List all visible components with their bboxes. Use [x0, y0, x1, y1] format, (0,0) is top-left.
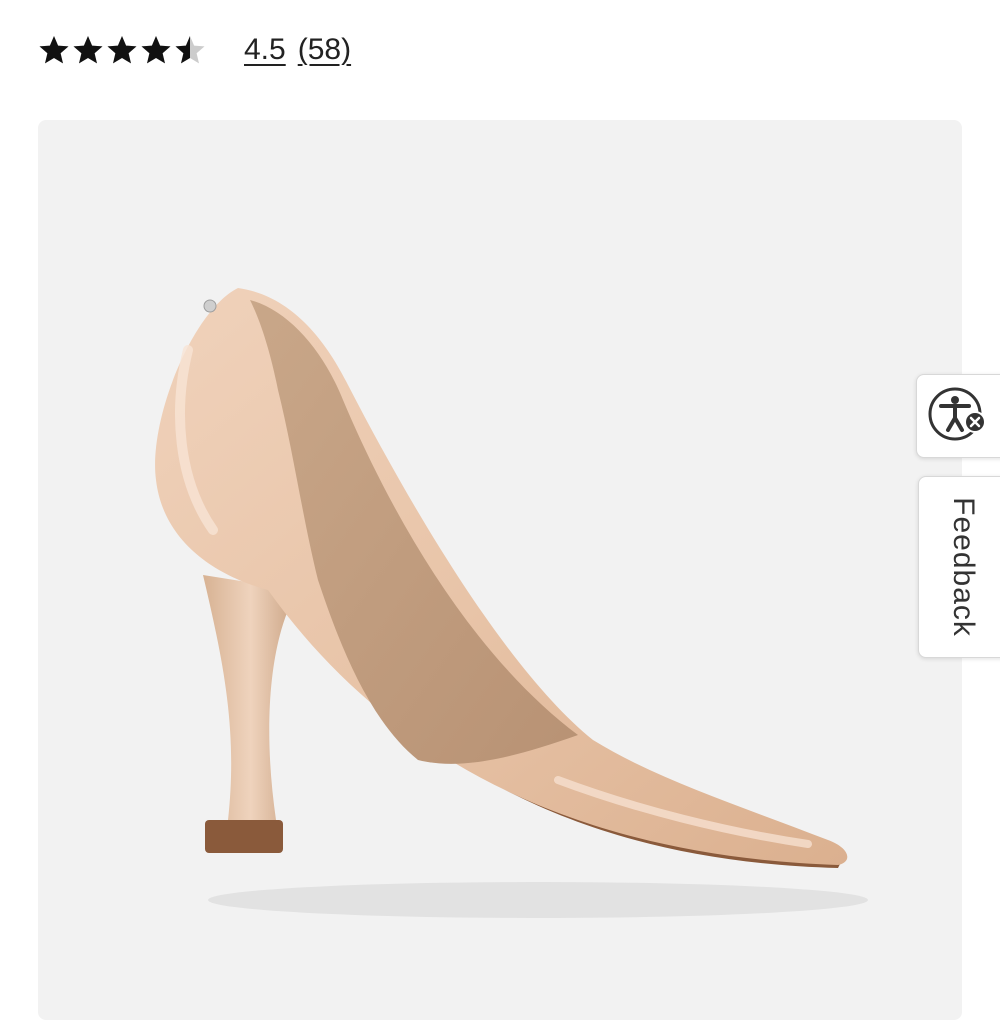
accessibility-icon: [927, 384, 987, 449]
star-full-icon: [140, 34, 172, 66]
star-full-icon: [72, 34, 104, 66]
feedback-button[interactable]: Feedback: [918, 476, 1000, 658]
star-half-icon: [174, 34, 206, 66]
shoe-illustration: [155, 288, 868, 918]
feedback-label: Feedback: [947, 497, 980, 637]
star-rating: [38, 34, 206, 66]
rating-reviews-link[interactable]: 4.5 (58): [244, 33, 351, 67]
review-count: (58): [297, 33, 352, 66]
star-full-icon: [106, 34, 138, 66]
product-rating: 4.5 (58): [38, 26, 351, 74]
star-full-icon: [38, 34, 70, 66]
product-image[interactable]: [38, 120, 962, 1020]
accessibility-widget-button[interactable]: [916, 374, 1000, 458]
rating-value: 4.5: [244, 33, 286, 66]
